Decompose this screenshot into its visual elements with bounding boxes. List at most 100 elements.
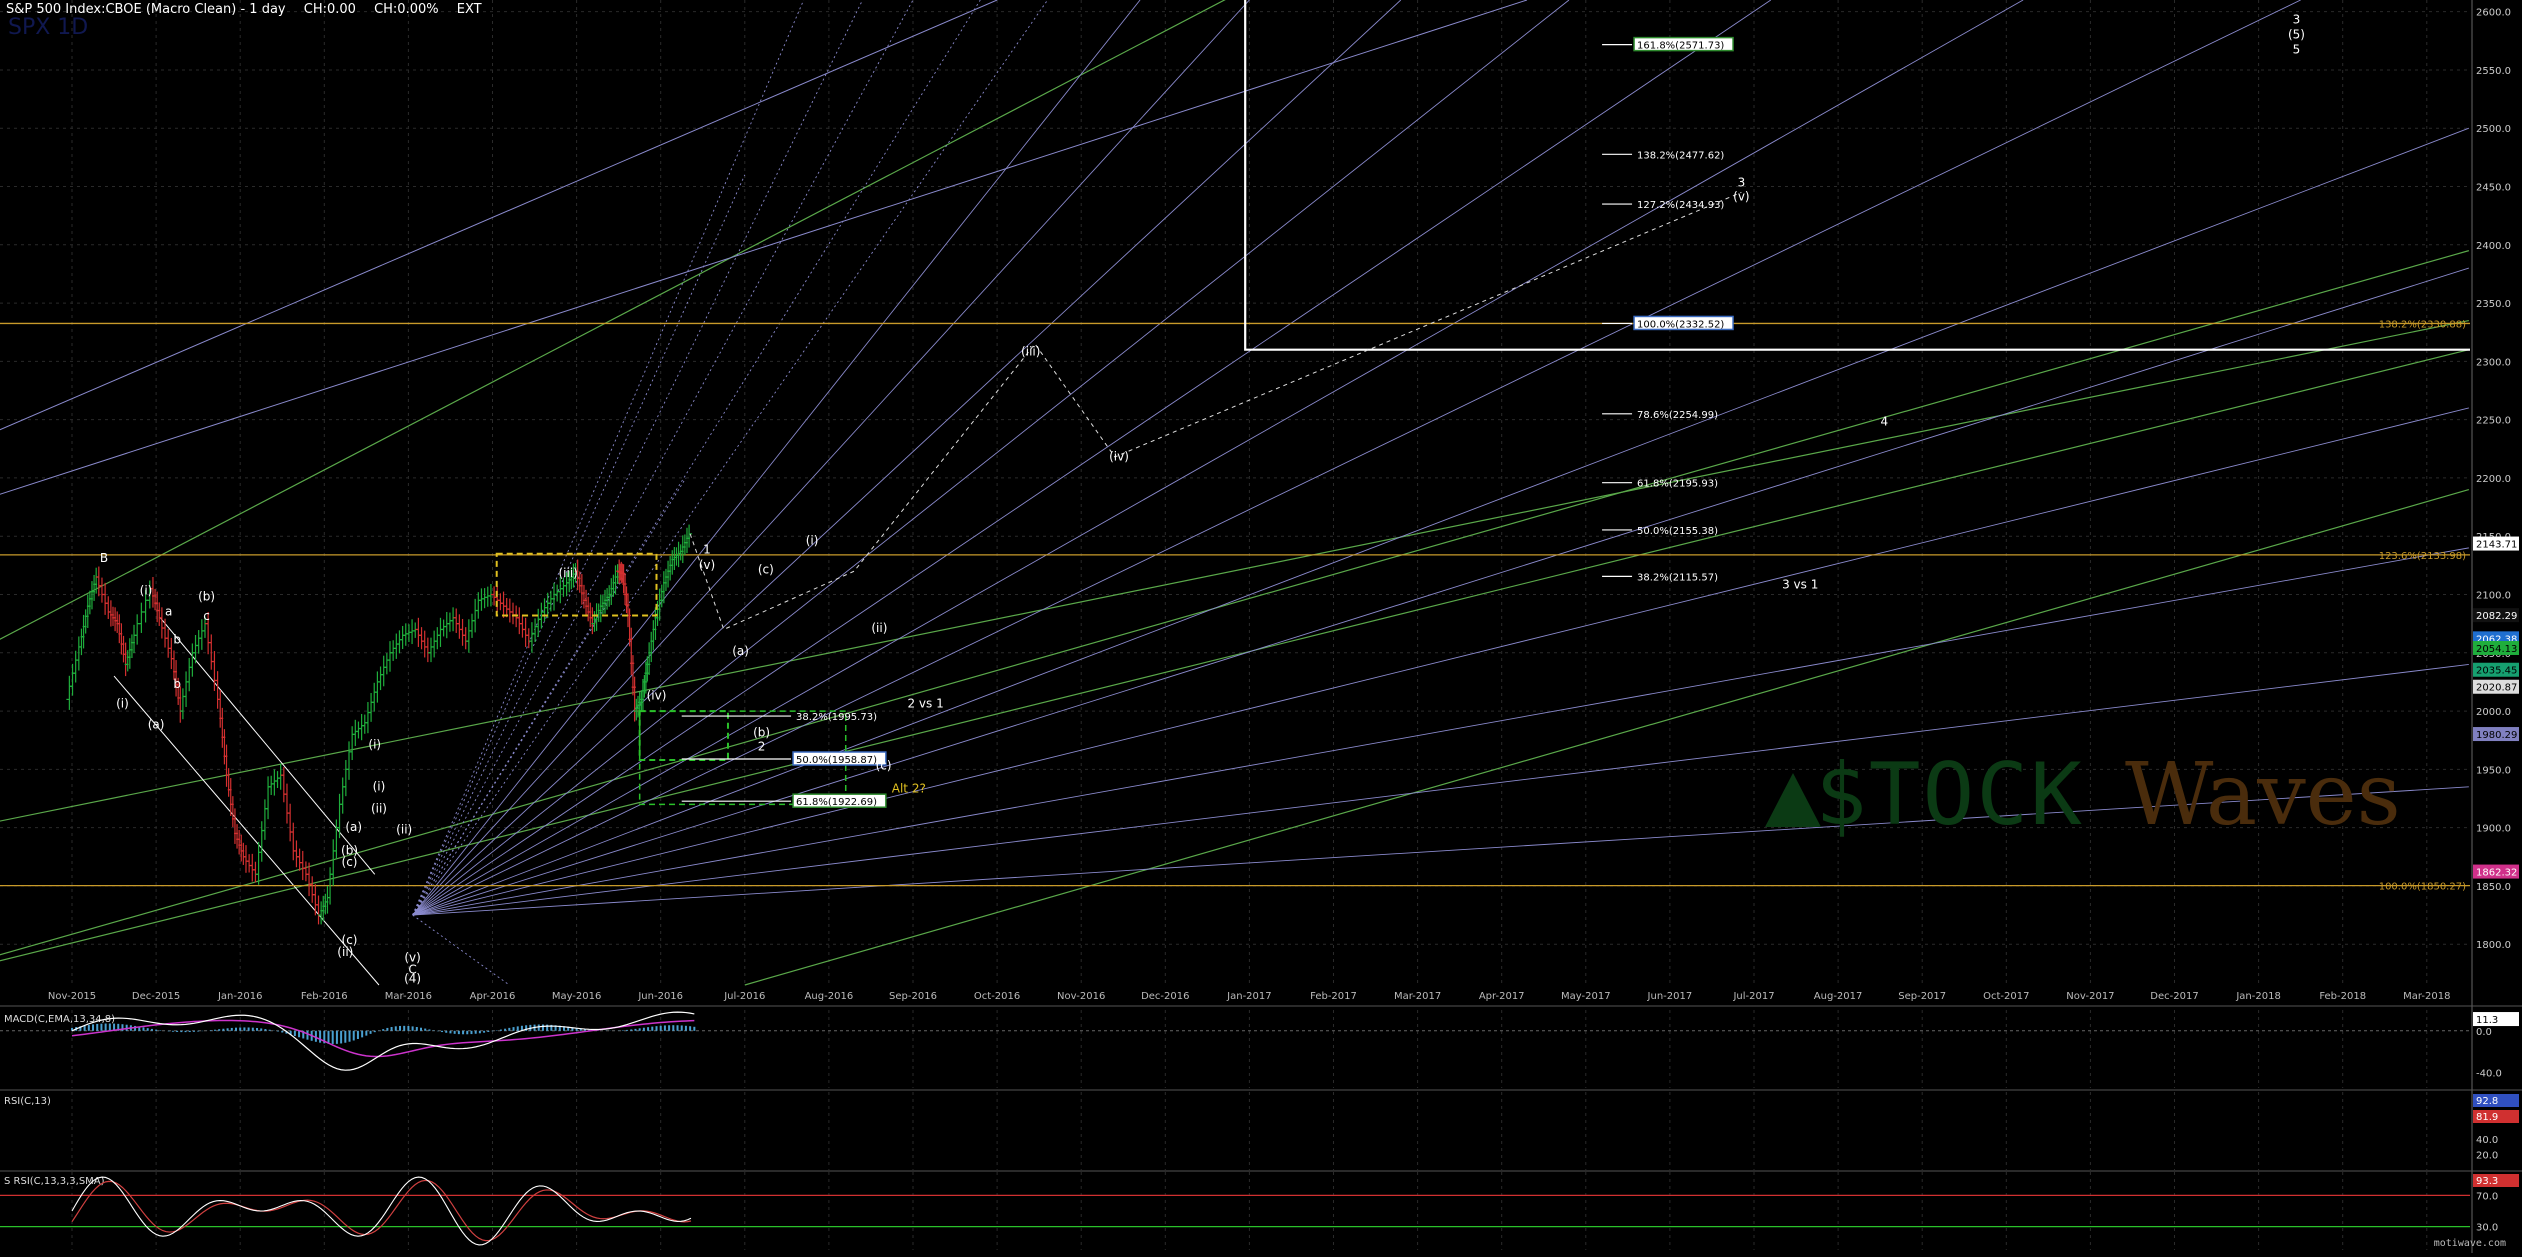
y-tick-label: 1900.0 [2476,824,2511,835]
rsi-tick: 20.0 [2476,1150,2498,1161]
annotation-label: 2 vs 1 [907,697,943,711]
y-tick-label: 1950.0 [2476,765,2511,776]
ticker-watermark: SPX 1D [8,15,88,40]
fan-line [412,0,1402,916]
wave-label: (v) [1733,189,1749,203]
fib-projection-label: 38.2%(2115.57) [1637,572,1718,583]
wave-label: 3 [2293,12,2301,26]
wave-label: (5) [2288,27,2305,41]
watermark-triangle-icon [1765,773,1821,827]
x-tick-label: Sep-2016 [889,991,937,1002]
macd-signal-line [71,1019,695,1058]
x-tick-label: Jan-2017 [1226,991,1271,1002]
fan-line [412,0,1048,916]
wave-label: 5 [2293,43,2301,57]
price-tag: 1980.29 [2476,730,2517,741]
x-tick-label: Jan-2016 [217,991,262,1002]
macd-line [71,1011,695,1071]
fan-line [412,0,1772,916]
y-tick-label: 2100.0 [2476,590,2511,601]
wave-label: 2 [758,740,766,754]
macd-tick: 0.0 [2476,1027,2492,1038]
channel-line [744,489,2470,986]
fib-projection-label: 50.0%(2155.38) [1637,526,1718,537]
chart-root: Nov-2015 Dec-2015 Jan-2016 Feb-2016 Mar-2016… [0,0,2522,1253]
x-tick-label: Oct-2017 [1983,991,2029,1002]
wave-label: (a) [345,820,362,834]
price-tag: 2082.29 [2476,611,2517,622]
trend-line [0,0,998,431]
wave-label: (b) [198,589,215,603]
y-tick-label: 2000.0 [2476,707,2511,718]
x-tick-label: Jan-2018 [2235,991,2280,1002]
srsi-tick: 70.0 [2476,1191,2498,1202]
wave-label: c [203,609,210,623]
x-tick-label: Mar-2016 [385,991,432,1002]
wave-label: (i) [116,697,129,711]
rsi-current-label-2: 81.9 [2476,1112,2498,1123]
retracement-label: 61.8%(1922.69) [796,797,877,808]
wave-label: 1 [703,543,711,557]
fan-line [412,0,863,916]
y-tick-label: 2250.0 [2476,416,2511,427]
retracement-label: 50.0%(1958.87) [796,755,877,766]
x-tick-label: Jul-2017 [1732,991,1774,1002]
wave-label: (ii) [371,801,387,815]
price-tag: 2143.71 [2476,540,2517,551]
x-tick-label: Sep-2017 [1898,991,1946,1002]
watermark-left: $TOCK [1815,745,2084,845]
fib-level-label: 100.0%(1850.27) [2379,882,2466,893]
price-tag: 2020.87 [2476,683,2517,694]
fan-line [412,914,510,986]
srsi-title: S RSI(C,13,3,3,SMA) [4,1176,105,1187]
srsi-k-line [71,1176,692,1246]
x-tick-label: Aug-2016 [805,991,854,1002]
wave-label: (v) [699,558,715,572]
y-tick-label: 2200.0 [2476,474,2511,485]
projection-box [1244,0,2470,351]
retracement-label: 38.2%(1995.73) [796,712,877,723]
wave-label: (iv) [1109,449,1129,463]
x-tick-label: Jun-2017 [1647,991,1693,1002]
y-tick-label: 1850.0 [2476,882,2511,893]
x-tick-label: Mar-2018 [2403,991,2450,1002]
y-tick-label: 2550.0 [2476,66,2511,77]
fib-projection-label: 138.2%(2477.62) [1637,150,1724,161]
wave-label: 3 [1738,176,1746,190]
price-tag: 2054.13 [2476,644,2517,655]
macd-tick: -40.0 [2476,1068,2502,1079]
srsi-tick: 30.0 [2476,1223,2498,1234]
wave-label: (4) [404,972,421,986]
x-tick-label: Mar-2017 [1394,991,1441,1002]
rsi-title: RSI(C,13) [4,1096,51,1107]
y-tick-label: 1800.0 [2476,940,2511,951]
rsi-current-label: 92.8 [2476,1096,2498,1107]
annotation-label: Alt 2? [892,782,926,796]
wave-label: (i) [373,779,386,793]
x-tick-label: Nov-2016 [1057,991,1105,1002]
x-tick-label: Dec-2015 [132,991,180,1002]
change-value: CH:0.00 [303,2,356,17]
x-tick-label: Jul-2016 [723,991,765,1002]
wave-label: (iv) [647,688,667,702]
y-tick-label: 2600.0 [2476,8,2511,19]
wave-label: (ii) [396,822,412,836]
channel-line [0,349,2469,962]
wave-label: (c) [342,855,358,869]
fib-level-label: 138.2%(2330.88) [2379,319,2466,330]
fib-projection-label: 100.0%(2332.52) [1637,319,1724,330]
fib-projection-label: 61.8%(2195.93) [1637,479,1718,490]
wave-label: (c) [758,563,774,577]
wave-label: b [173,677,181,691]
rsi-tick: 40.0 [2476,1135,2498,1146]
fib-projection-label: 161.8%(2571.73) [1637,41,1724,52]
x-tick-label: Feb-2017 [1310,991,1357,1002]
x-tick-label: Apr-2016 [470,991,516,1002]
wave-label: (i) [140,583,153,597]
y-tick-label: 2450.0 [2476,183,2511,194]
wave-label: (i) [368,737,381,751]
wave-label: B [100,551,108,565]
price-tag: 1862.32 [2476,868,2517,879]
x-tick-label: Dec-2016 [1141,991,1189,1002]
symbol-title: S&P 500 Index:CBOE (Macro Clean) - 1 day [6,2,286,17]
